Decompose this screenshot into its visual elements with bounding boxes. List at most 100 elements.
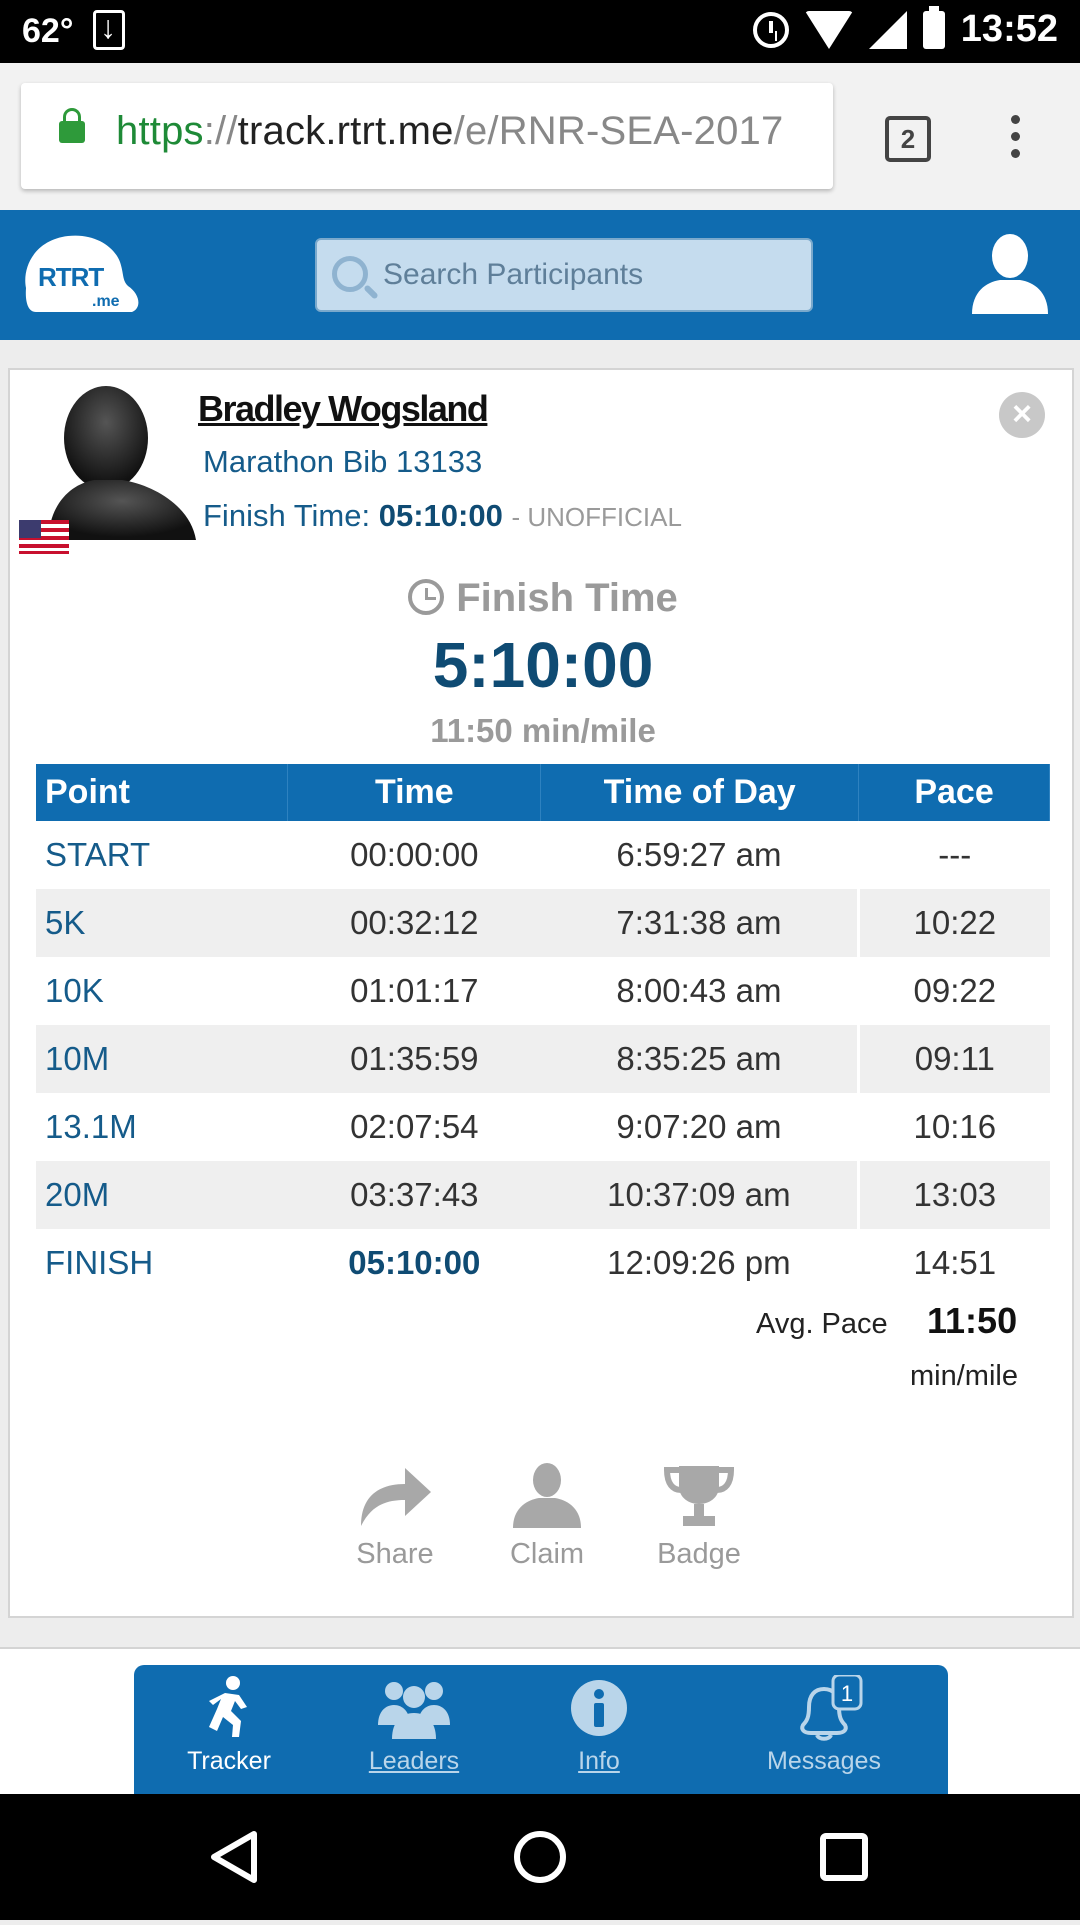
split-time: 00:00:00 <box>350 836 479 873</box>
avg-pace-value: 11:50 <box>927 1300 1018 1341</box>
tab-messages[interactable]: 1 Messages <box>719 1675 929 1795</box>
share-label: Share <box>356 1538 434 1570</box>
split-time-of-day: 7:31:38 am <box>540 889 859 957</box>
table-row: 10M 01:35:59 8:35:25 am 09:11 <box>36 1025 1050 1093</box>
table-row: 13.1M 02:07:54 9:07:20 am 10:16 <box>36 1093 1050 1161</box>
participant-bib: Marathon Bib 13133 <box>203 444 483 479</box>
split-time: 03:37:43 <box>287 1161 541 1229</box>
finish-pace: 11:50 min/mile <box>430 712 656 749</box>
status-icons: 13:52 <box>752 5 1058 51</box>
url-bar[interactable]: https://track.rtrt.me/e/RNR-SEA-2017 <box>21 83 833 189</box>
browser-menu-icon[interactable] <box>1011 115 1021 161</box>
temperature-text: 62° <box>22 12 74 50</box>
close-button[interactable]: × <box>999 392 1045 438</box>
battery-icon <box>922 5 945 49</box>
split-pace: 10:16 <box>857 1093 1050 1161</box>
split-time-of-day: 9:07:20 am <box>616 1108 782 1145</box>
badge-button[interactable]: Badge <box>644 1460 754 1571</box>
stopwatch-icon <box>408 579 445 615</box>
rtrt-logo[interactable]: RTRT .me <box>16 228 146 324</box>
tab-tracker[interactable]: Tracker <box>134 1675 324 1795</box>
table-row: FINISH 05:10:00 12:09:26 pm 14:51 <box>36 1229 1050 1297</box>
split-time: 01:35:59 <box>287 1025 541 1093</box>
site-header: RTRT .me Search Participants <box>0 210 1080 340</box>
table-row: 20M 03:37:43 10:37:09 am 13:03 <box>36 1161 1050 1229</box>
share-icon <box>361 1468 431 1526</box>
tab-info-label: Info <box>578 1747 620 1775</box>
home-icon[interactable] <box>514 1831 566 1883</box>
split-time: 02:07:54 <box>350 1108 479 1145</box>
split-pace: --- <box>857 821 1050 889</box>
split-time: 01:01:17 <box>350 972 479 1009</box>
split-point: 20M <box>36 1161 288 1229</box>
table-row: START 00:00:00 6:59:27 am --- <box>36 821 1050 889</box>
split-pace: 10:22 <box>857 889 1050 957</box>
finish-time-label: Finish Time: <box>203 498 371 533</box>
back-icon[interactable] <box>211 1831 257 1883</box>
recents-icon[interactable] <box>820 1833 868 1881</box>
header-pace: Pace <box>858 764 1050 821</box>
info-icon <box>571 1680 627 1736</box>
bell-icon: 1 <box>800 1675 863 1741</box>
avg-pace-label: Avg. Pace <box>756 1308 888 1340</box>
splits-header-row: Point Time Time of Day Pace <box>36 764 1050 821</box>
finish-time-line: Finish Time: 05:10:00 - UNOFFICIAL <box>203 498 682 534</box>
logo-text-bottom: .me <box>92 293 120 310</box>
bottom-nav-container: Tracker Leaders Info 1 Messages <box>0 1647 1080 1796</box>
finish-time-big: 5:10:00 <box>432 629 654 701</box>
user-account-icon[interactable] <box>970 230 1050 320</box>
avg-pace-unit: min/mile <box>910 1360 1018 1392</box>
participant-name[interactable]: Bradley Wogsland <box>198 388 489 430</box>
split-point: START <box>45 836 151 873</box>
tab-messages-label: Messages <box>767 1747 881 1775</box>
split-pace: 14:51 <box>857 1229 1050 1297</box>
person-icon <box>513 1463 581 1528</box>
share-button[interactable]: Share <box>340 1460 450 1571</box>
action-bar: Share Claim Badge <box>340 1460 760 1580</box>
split-point: FINISH <box>45 1244 154 1281</box>
table-row: 10K 01:01:17 8:00:43 am 09:22 <box>36 957 1050 1025</box>
split-point: 13.1M <box>45 1108 137 1145</box>
bottom-tab-bar: Tracker Leaders Info 1 Messages <box>134 1665 948 1796</box>
header-time-of-day: Time of Day <box>540 764 860 821</box>
split-point: 10M <box>36 1025 288 1093</box>
download-icon <box>93 9 125 50</box>
status-bar: 62° 13:52 <box>0 0 1080 63</box>
url-text[interactable]: https://track.rtrt.me/e/RNR-SEA-2017 <box>116 109 783 154</box>
finish-time-heading-text: Finish Time <box>456 576 678 620</box>
split-pace: 09:11 <box>857 1025 1050 1093</box>
tab-leaders[interactable]: Leaders <box>319 1675 509 1795</box>
alarm-icon <box>752 11 789 48</box>
finish-time-heading: Finish Time <box>10 576 1076 621</box>
search-participants-input[interactable]: Search Participants <box>315 238 813 312</box>
tab-switcher-button[interactable]: 2 <box>885 116 931 162</box>
search-icon <box>332 256 368 292</box>
wifi-icon <box>804 10 853 49</box>
url-separator: :// <box>203 109 238 153</box>
split-time: 00:32:12 <box>287 889 541 957</box>
tab-info[interactable]: Info <box>504 1675 694 1795</box>
clock-text: 13:52 <box>960 8 1058 50</box>
us-flag-icon <box>19 520 69 554</box>
claim-button[interactable]: Claim <box>492 1460 602 1571</box>
tab-leaders-label: Leaders <box>368 1747 460 1775</box>
badge-label: Badge <box>657 1538 741 1570</box>
cell-signal-icon <box>868 10 907 49</box>
browser-toolbar: https://track.rtrt.me/e/RNR-SEA-2017 2 <box>0 63 1080 210</box>
claim-label: Claim <box>509 1538 585 1570</box>
split-time-of-day: 10:37:09 am <box>540 1161 859 1229</box>
split-time-of-day: 8:00:43 am <box>616 972 782 1009</box>
finish-time-value: 05:10:00 <box>378 498 503 533</box>
split-point: 10K <box>45 972 104 1009</box>
table-row: 5K 00:32:12 7:31:38 am 10:22 <box>36 889 1050 957</box>
messages-badge-count: 1 <box>841 1681 853 1706</box>
url-path: /e/RNR-SEA-2017 <box>453 109 784 153</box>
splits-table: Point Time Time of Day Pace START 00:00:… <box>36 764 1050 1297</box>
runner-icon <box>209 1676 247 1737</box>
split-time-of-day: 6:59:27 am <box>616 836 782 873</box>
url-scheme: https <box>116 109 204 153</box>
split-time: 05:10:00 <box>348 1244 481 1281</box>
finish-status: - UNOFFICIAL <box>511 502 682 532</box>
trophy-icon <box>663 1466 735 1526</box>
split-time-of-day: 8:35:25 am <box>540 1025 859 1093</box>
